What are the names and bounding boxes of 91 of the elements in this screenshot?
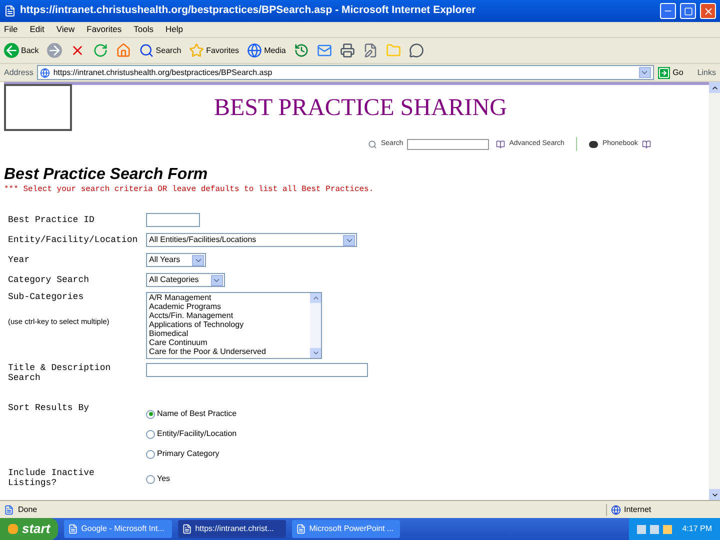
toolbar-button[interactable]	[408, 43, 424, 58]
window-icon	[296, 524, 306, 534]
field-label: Best Practice ID	[8, 215, 96, 225]
zone-text: Internet	[624, 504, 652, 516]
menu-item[interactable]: View	[56, 23, 75, 36]
radio-label: Entity/Facility/Location	[157, 428, 237, 440]
toolbar-button[interactable]: Search	[138, 43, 182, 58]
page-scrollbar[interactable]	[709, 82, 720, 500]
address-field[interactable]: https://intranet.christushealth.org/bestpractices/BPSearch.asp	[37, 65, 654, 80]
menu-item[interactable]: Edit	[30, 23, 44, 36]
folder-icon	[386, 43, 401, 58]
toolbar-button[interactable]	[362, 43, 378, 58]
list-option[interactable]: A/R Management	[149, 293, 310, 302]
id-input-field[interactable]	[146, 213, 200, 227]
book-icon	[642, 140, 651, 148]
title-search-input-field[interactable]	[146, 363, 368, 377]
toolbar-button[interactable]	[340, 43, 355, 58]
toolbar-button[interactable]	[316, 43, 332, 58]
site-search-field[interactable]	[407, 138, 490, 150]
maximize-icon	[684, 6, 692, 16]
field-label: Sub-Categories	[8, 292, 85, 302]
taskbar-button[interactable]: Microsoft PowerPoint ...	[292, 520, 400, 538]
list-option[interactable]: Applications of Technology	[149, 320, 310, 329]
minimize-button[interactable]	[660, 3, 676, 19]
toolbar-button[interactable]	[92, 43, 108, 58]
star-icon	[189, 43, 204, 58]
globe-icon	[247, 43, 262, 58]
scroll-up-icon[interactable]	[310, 293, 321, 303]
taskbar-button[interactable]: Google - Microsoft Int...	[64, 520, 172, 538]
dropdown-field[interactable]: All Entities/Facilities/Locations	[146, 233, 357, 247]
list-option[interactable]: Biomedical	[149, 329, 310, 338]
field-label: Entity/Facility/Location	[8, 235, 139, 245]
list-option[interactable]: Academic Programs	[149, 302, 310, 311]
field-label: Include Inactive Listings?	[8, 468, 96, 488]
radio-label: Primary Category	[157, 448, 220, 460]
close-icon	[702, 6, 714, 16]
chat-icon	[408, 43, 424, 58]
scroll-down-icon[interactable]	[310, 348, 321, 358]
start-button[interactable]: start	[0, 518, 58, 540]
globe-icon	[611, 504, 621, 514]
search-icon	[138, 43, 154, 58]
menu-item[interactable]: Help	[165, 23, 183, 36]
toolbar-button[interactable]: Back	[4, 43, 39, 58]
menu-item[interactable]: Favorites	[86, 23, 122, 36]
edit-icon	[362, 43, 378, 58]
scroll-down-icon[interactable]	[709, 489, 720, 500]
clock: 4:17 PM	[682, 523, 712, 535]
banner-title: BEST PRACTICE SHARING	[214, 94, 507, 122]
book-icon	[496, 140, 506, 148]
maximize-button[interactable]	[680, 3, 696, 19]
radio-button[interactable]	[146, 474, 155, 484]
list-option[interactable]: Accts/Fin. Management	[149, 311, 310, 320]
window-icon	[68, 524, 78, 534]
refresh-icon	[92, 43, 108, 58]
toolbar-button[interactable]	[46, 43, 62, 58]
dropdown-field[interactable]: All Categories	[146, 273, 225, 287]
links-label[interactable]: Links	[697, 66, 716, 78]
toolbar-button[interactable]: Media	[247, 43, 286, 58]
form-title: Best Practice Search Form	[4, 166, 209, 184]
close-button[interactable]	[700, 3, 716, 19]
window-icon	[182, 524, 192, 534]
field-label: Category Search	[8, 275, 90, 285]
radio-button[interactable]	[146, 430, 155, 438]
form-note: *** Select your search criteria OR leave defaults to list all Best Practices.	[4, 184, 375, 196]
home-icon	[116, 43, 131, 58]
search-icon	[368, 140, 377, 148]
window-title: https://intranet.christushealth.org/bestpractices/BPSearch.asp - Microsoft Internet Explorer	[20, 3, 477, 18]
field-label: Title & Description Search	[8, 363, 112, 383]
go-button[interactable]: Go	[658, 66, 684, 78]
list-option[interactable]: Care Continuum	[149, 338, 310, 347]
menu-item[interactable]: File	[4, 23, 18, 36]
radio-button[interactable]	[146, 410, 155, 418]
toolbar-button[interactable]	[294, 43, 309, 58]
printer-icon	[340, 43, 355, 58]
field-label: Year	[8, 255, 31, 265]
dropdown-field[interactable]: All Years	[146, 253, 206, 267]
history-icon	[294, 43, 309, 58]
address-label: Address	[4, 66, 34, 78]
scrollbar[interactable]	[310, 293, 321, 358]
multi-select-listbox[interactable]: A/R Management Academic Programs Accts/Fin. Management Applications of Technology Biomedical Care Continuum Care for the Poor & Underserved	[146, 292, 322, 359]
radio-label: Yes	[157, 473, 170, 485]
field-label: Sort Results By	[8, 403, 90, 413]
mail-icon	[316, 43, 332, 58]
radio-button[interactable]	[146, 450, 155, 458]
status-text: Done	[18, 504, 38, 516]
menu-item[interactable]: Tools	[134, 23, 154, 36]
toolbar-button[interactable]: Favorites	[189, 43, 240, 58]
radio-label: Name of Best Practice	[157, 408, 237, 420]
taskbar-button[interactable]: https://intranet.christ...	[178, 520, 286, 538]
scroll-up-icon[interactable]	[709, 82, 720, 93]
list-option[interactable]: Care for the Poor & Underserved	[149, 347, 310, 356]
